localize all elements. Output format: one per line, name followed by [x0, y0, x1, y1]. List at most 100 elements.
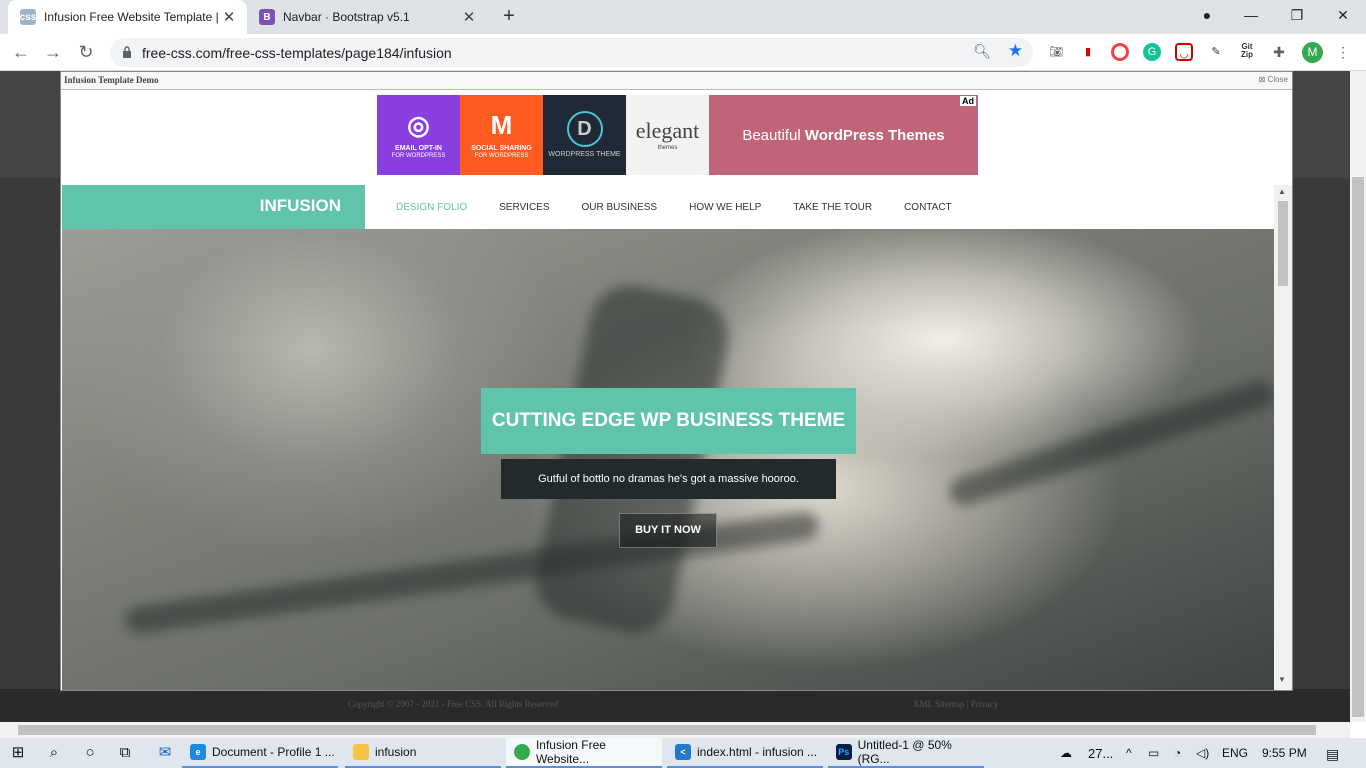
nav-take-the-tour[interactable]: TAKE THE TOUR [793, 202, 872, 213]
banner-light: Beautiful [742, 126, 801, 144]
profile-avatar[interactable]: M [1302, 42, 1323, 63]
menu-kebab-icon[interactable]: ⋮ [1334, 43, 1352, 61]
taskbar-app-label: infusion [375, 745, 417, 759]
ad-tile-label: WORDPRESS THEME [548, 150, 621, 158]
bookmark-star-icon[interactable]: ★ [1008, 41, 1023, 61]
elegant-sub: themes [657, 144, 678, 151]
tab-infusion[interactable]: css Infusion Free Website Template | ✕ [8, 0, 247, 34]
weather-text[interactable]: 27... [1088, 746, 1113, 761]
banner-bold: WordPress Themes [804, 126, 945, 144]
mail-icon[interactable]: ✉ [155, 743, 175, 763]
taskbar-app-chrome[interactable]: Infusion Free Website... [506, 738, 662, 768]
language-indicator[interactable]: ENG [1222, 746, 1248, 760]
ad-banner[interactable]: ◎ EMAIL OPT-IN FOR WORDPRESS M SOCIAL SH… [377, 95, 978, 175]
monarch-icon: M [490, 109, 513, 140]
site-nav: DESIGN FOLIO SERVICES OUR BUSINESS HOW W… [396, 185, 984, 229]
tab-bootstrap[interactable]: B Navbar · Bootstrap v5.1 ✕ [247, 0, 487, 34]
start-windows-icon[interactable]: ⊞ [8, 743, 28, 763]
scroll-up-icon[interactable]: ▲ [1278, 187, 1286, 196]
cortana-icon[interactable]: ○ [80, 743, 100, 763]
hero-image-streak [945, 377, 1274, 509]
grammarly-extension-icon[interactable]: G [1143, 43, 1161, 61]
taskbar-app-edge[interactable]: e Document - Profile 1 ... [182, 738, 338, 768]
tab-title: Navbar · Bootstrap v5.1 [283, 10, 410, 24]
new-tab-button[interactable]: + [498, 5, 520, 27]
page-vertical-scrollbar[interactable] [1350, 71, 1366, 722]
ad-tile-email-optin: ◎ EMAIL OPT-IN FOR WORDPRESS [377, 95, 460, 175]
restore-button[interactable]: ❐ [1274, 0, 1320, 32]
nav-contact[interactable]: CONTACT [904, 202, 952, 213]
ad-banner-text: Beautiful WordPress Themes [709, 95, 978, 175]
taskbar-app-label: index.html - infusion ... [697, 745, 818, 759]
close-tab-icon[interactable]: ✕ [459, 8, 479, 26]
nav-services[interactable]: SERVICES [499, 202, 549, 213]
divi-icon: D [566, 110, 603, 147]
search-icon[interactable]: ⌕ [44, 743, 64, 763]
footer-links[interactable]: XML Sitemap | Privacy [913, 699, 998, 709]
demo-scrollbar[interactable]: ▲ ▼ [1274, 185, 1292, 690]
folder-icon [353, 744, 369, 760]
wifi-icon[interactable]: ◔ [1174, 746, 1181, 760]
url-text: free-css.com/free-css-templates/page184/… [142, 45, 452, 61]
camera-extension-icon[interactable]: 📷︎ [1047, 43, 1065, 61]
close-tab-icon[interactable]: ✕ [219, 8, 239, 26]
task-view-icon[interactable]: ⧉ [115, 743, 135, 763]
hero-subtitle: Gutful of bottlo no dramas he's got a ma… [501, 459, 836, 499]
ad-tile-elegant: elegant themes [626, 95, 709, 175]
taskbar-app-vscode[interactable]: < index.html - infusion ... [667, 738, 823, 768]
site-brand[interactable]: INFUSION [62, 185, 365, 229]
back-button[interactable]: ← [9, 40, 33, 64]
demo-scroll-thumb[interactable] [1278, 201, 1288, 286]
weather-icon[interactable]: ☁ [1060, 746, 1072, 760]
gitzip-extension-icon[interactable]: Git Zip [1238, 43, 1256, 61]
battery-icon[interactable]: ▭ [1148, 746, 1159, 760]
demo-close-button[interactable]: ⊠ Close [1259, 75, 1288, 84]
page-footer: Copyright © 2007 - 2021 - Free CSS. All … [0, 689, 1350, 722]
css-favicon-icon: css [20, 9, 36, 25]
pocket-extension-icon[interactable]: ◡ [1175, 43, 1193, 61]
edge-icon: e [190, 744, 206, 760]
forward-button[interactable]: → [41, 40, 65, 64]
close-label: Close [1267, 75, 1288, 84]
taskbar-app-photoshop[interactable]: Ps Untitled-1 @ 50% (RG... [828, 738, 984, 768]
ad-tag: Ad [960, 96, 976, 106]
hero-title: CUTTING EDGE WP BUSINESS THEME [481, 388, 856, 454]
volume-icon[interactable]: ◁) [1196, 746, 1209, 760]
address-bar[interactable]: free-css.com/free-css-templates/page184/… [110, 38, 1033, 67]
eyedropper-extension-icon[interactable]: ✎ [1207, 43, 1225, 61]
zoom-icon[interactable]: 🔍︎ [973, 43, 991, 60]
email-optin-icon: ◎ [407, 109, 430, 140]
photoshop-icon: Ps [836, 744, 852, 760]
clock[interactable]: 9:55 PM [1262, 746, 1307, 760]
ad-tile-sub: FOR WORDPRESS [474, 153, 529, 160]
tab-title: Infusion Free Website Template | [44, 10, 219, 24]
nav-design-folio[interactable]: DESIGN FOLIO [396, 202, 467, 213]
page-hscroll-thumb[interactable] [18, 725, 1316, 735]
tray-chevron-icon[interactable]: ^ [1126, 746, 1132, 760]
demo-title: Infusion Template Demo [64, 75, 159, 85]
ad-tile-label: EMAIL OPT-IN [395, 144, 442, 152]
extensions-puzzle-icon[interactable]: ✚ [1270, 43, 1288, 61]
reload-button[interactable]: ↻ [74, 40, 98, 64]
minimize-button[interactable]: — [1228, 0, 1274, 32]
taskbar-app-explorer[interactable]: infusion [345, 738, 501, 768]
notification-icon[interactable]: ▤ [1326, 746, 1339, 763]
vscode-icon: < [675, 744, 691, 760]
bootstrap-favicon-icon: B [259, 9, 275, 25]
close-window-button[interactable]: ✕ [1320, 0, 1366, 32]
taskbar-app-label: Infusion Free Website... [535, 738, 606, 766]
colors-extension-icon[interactable]: ▮ [1079, 43, 1097, 61]
nav-our-business[interactable]: OUR BUSINESS [582, 202, 658, 213]
buy-it-now-button[interactable]: BUY IT NOW [619, 513, 717, 548]
page-scroll-thumb[interactable] [1352, 177, 1364, 717]
page-horizontal-scrollbar[interactable] [0, 722, 1350, 738]
windows-taskbar: ⊞ ⌕ ○ ⧉ ✉ e Document - Profile 1 ... inf… [0, 738, 1366, 768]
copyright-text: Copyright © 2007 - 2021 - Free CSS. All … [348, 699, 559, 709]
nav-how-we-help[interactable]: HOW WE HELP [689, 202, 761, 213]
ad-tile-social-sharing: M SOCIAL SHARING FOR WORDPRESS [460, 95, 543, 175]
tab-search-icon[interactable]: ● [1184, 0, 1230, 32]
browser-tab-strip: css Infusion Free Website Template | ✕ B… [0, 0, 1366, 34]
color-picker-extension-icon[interactable] [1111, 43, 1129, 61]
scroll-down-icon[interactable]: ▼ [1278, 675, 1286, 684]
taskbar-app-label: Untitled-1 @ 50% (RG... [857, 738, 952, 766]
